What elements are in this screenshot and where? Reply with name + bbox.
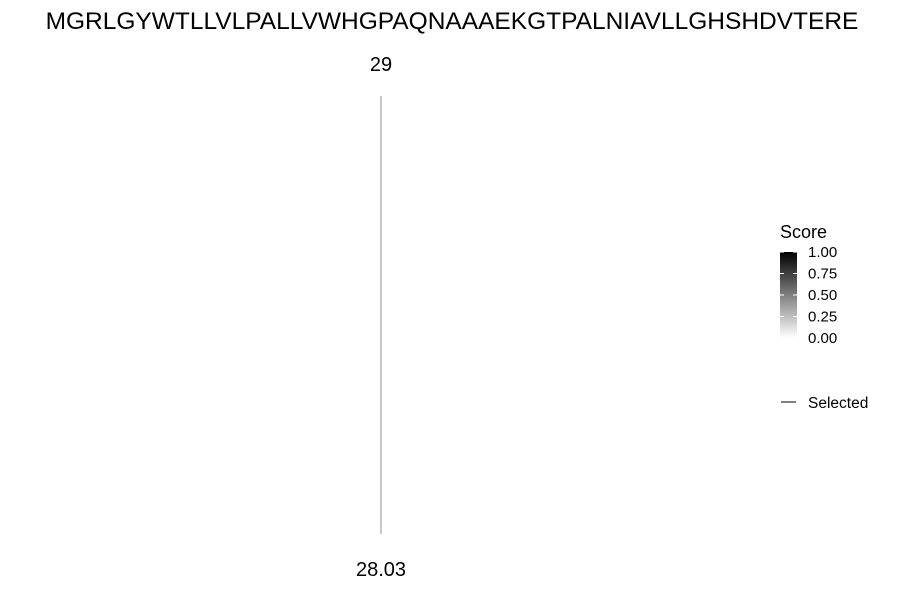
sequence-text: MGRLGYWTLLVLPALLVWHGPAQNAAAEKGTPALNIAVLL… [46,8,859,35]
legend-key-label: Selected [808,395,868,412]
selected-legend: Selected [781,395,868,412]
legend-tick-label: 0.25 [808,309,837,326]
legend-tick-label: 1.00 [808,244,837,261]
legend-tick-label: 0.75 [808,266,837,283]
top-position-label: 29 [370,54,392,76]
chart-canvas: MGRLGYWTLLVLPALLVWHGPAQNAAAEKGTPALNIAVLL… [46,8,869,581]
legend-tick-label: 0.00 [808,330,837,347]
bottom-position-label: 28.03 [356,559,406,581]
score-legend: Score 1.00 0.75 0.50 0.25 0.00 [780,222,837,347]
legend-title: Score [780,222,827,242]
legend-tick-label: 0.50 [808,287,837,304]
